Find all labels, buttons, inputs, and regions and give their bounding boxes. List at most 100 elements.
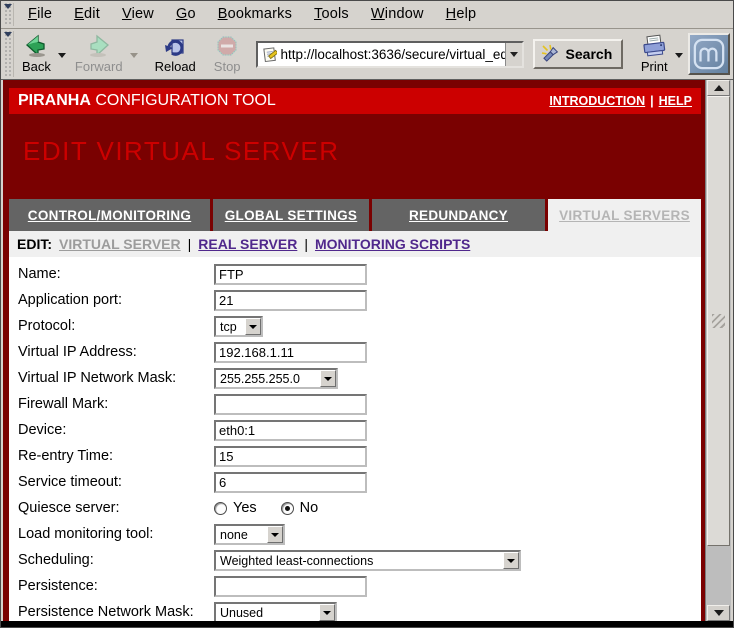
application-port-label: Application port: bbox=[18, 292, 122, 308]
re-entry-time-label: Re-entry Time: bbox=[18, 448, 113, 464]
menu-file[interactable]: File bbox=[17, 1, 63, 28]
form-row: Application port: bbox=[9, 289, 701, 315]
reload-icon bbox=[162, 33, 188, 59]
menu-view[interactable]: View bbox=[111, 1, 165, 28]
chevron-down-icon bbox=[267, 526, 283, 543]
stop-icon bbox=[215, 33, 239, 59]
form-row: Scheduling: Weighted least-connections bbox=[9, 549, 701, 575]
header-nav-separator: | bbox=[650, 94, 654, 108]
firewall-mark-input[interactable] bbox=[214, 394, 367, 415]
mozilla-logo-icon bbox=[692, 37, 726, 71]
form-row: Load monitoring tool: none bbox=[9, 523, 701, 549]
stop-label: Stop bbox=[214, 59, 241, 74]
form-row: Virtual IP Network Mask: 255.255.255.0 bbox=[9, 367, 701, 393]
menu-window[interactable]: Window bbox=[360, 1, 435, 28]
form-row: Virtual IP Address: bbox=[9, 341, 701, 367]
scheduling-label: Scheduling: bbox=[18, 552, 94, 568]
device-label: Device: bbox=[18, 422, 66, 438]
bottom-divider bbox=[1, 621, 733, 627]
service-timeout-input[interactable] bbox=[214, 472, 367, 493]
protocol-value: tcp bbox=[216, 320, 245, 334]
quiesce-no-label: No bbox=[300, 500, 319, 516]
tab-control-monitoring[interactable]: CONTROL/MONITORING bbox=[9, 199, 210, 231]
menu-help[interactable]: Help bbox=[435, 1, 488, 28]
tab-virtual-servers[interactable]: VIRTUAL SERVERS bbox=[548, 199, 701, 231]
persistence-input[interactable] bbox=[214, 576, 367, 597]
toolbar-grippy-icon[interactable] bbox=[3, 31, 14, 77]
subnav-real-server-link[interactable]: REAL SERVER bbox=[198, 236, 297, 252]
print-button[interactable]: Print bbox=[635, 31, 673, 78]
re-entry-time-input[interactable] bbox=[214, 446, 367, 467]
menu-tools[interactable]: Tools bbox=[303, 1, 360, 28]
back-label: Back bbox=[22, 59, 51, 74]
persistence-label: Persistence: bbox=[18, 578, 98, 594]
introduction-link[interactable]: INTRODUCTION bbox=[549, 94, 645, 108]
scrollbar-thumb[interactable] bbox=[707, 96, 730, 546]
tab-global-settings[interactable]: GLOBAL SETTINGS bbox=[213, 199, 369, 231]
persistence-network-mask-label: Persistence Network Mask: bbox=[18, 604, 194, 620]
stop-button[interactable]: Stop bbox=[209, 31, 246, 78]
bookmark-page-icon[interactable] bbox=[262, 46, 277, 63]
scroll-down-button[interactable] bbox=[707, 605, 730, 621]
print-label: Print bbox=[641, 59, 668, 74]
search-button[interactable]: Search bbox=[533, 39, 624, 69]
menu-edit[interactable]: Edit bbox=[63, 1, 111, 28]
search-label: Search bbox=[566, 46, 613, 62]
tab-bar: CONTROL/MONITORING GLOBAL SETTINGS REDUN… bbox=[9, 199, 701, 231]
toolbar-grippy-icon[interactable] bbox=[3, 3, 14, 26]
back-button[interactable]: Back bbox=[17, 31, 56, 78]
subnav-separator: | bbox=[304, 236, 308, 252]
quiesce-no-radio[interactable] bbox=[281, 502, 294, 515]
chevron-down-icon bbox=[320, 370, 336, 387]
menu-go[interactable]: Go bbox=[165, 1, 207, 28]
page-viewport: PIRANHA CONFIGURATION TOOL INTRODUCTION … bbox=[3, 80, 707, 621]
print-icon bbox=[640, 33, 668, 59]
device-input[interactable] bbox=[214, 420, 367, 441]
mozilla-logo-button[interactable] bbox=[688, 33, 730, 75]
help-link[interactable]: HELP bbox=[659, 94, 692, 108]
reload-button[interactable]: Reload bbox=[150, 31, 201, 78]
url-dropdown-button[interactable] bbox=[505, 43, 522, 66]
virtual-ip-address-input[interactable] bbox=[214, 342, 367, 363]
forward-button[interactable]: Forward bbox=[70, 31, 128, 78]
quiesce-yes-label: Yes bbox=[233, 500, 257, 516]
menu-bar: File Edit View Go Bookmarks Tools Window… bbox=[1, 1, 733, 29]
form-row: Persistence Network Mask: Unused bbox=[9, 601, 701, 621]
app-brand: PIRANHA CONFIGURATION TOOL bbox=[18, 92, 276, 110]
virtual-ip-address-label: Virtual IP Address: bbox=[18, 344, 137, 360]
protocol-label: Protocol: bbox=[18, 318, 75, 334]
url-input[interactable] bbox=[281, 47, 505, 62]
scroll-up-button[interactable] bbox=[707, 80, 730, 96]
name-input[interactable] bbox=[214, 264, 367, 285]
firewall-mark-label: Firewall Mark: bbox=[18, 396, 108, 412]
subnav-monitoring-scripts-link[interactable]: MONITORING SCRIPTS bbox=[315, 236, 470, 252]
menu-bookmarks[interactable]: Bookmarks bbox=[207, 1, 303, 28]
protocol-select[interactable]: tcp bbox=[214, 316, 263, 337]
name-label: Name: bbox=[18, 266, 61, 282]
virtual-ip-network-mask-select[interactable]: 255.255.255.0 bbox=[214, 368, 338, 389]
application-port-input[interactable] bbox=[214, 290, 367, 311]
form-row: Quiesce server: Yes No bbox=[9, 497, 701, 523]
print-dropdown-icon[interactable] bbox=[675, 53, 683, 62]
reload-label: Reload bbox=[155, 59, 196, 74]
forward-dropdown-icon[interactable] bbox=[130, 53, 138, 62]
scheduling-select[interactable]: Weighted least-connections bbox=[214, 550, 521, 571]
tab-redundancy[interactable]: REDUNDANCY bbox=[372, 199, 545, 231]
form-row: Name: bbox=[9, 263, 701, 289]
chevron-down-icon bbox=[319, 604, 335, 621]
scrollbar-gripper-icon bbox=[712, 314, 725, 328]
quiesce-yes-radio[interactable] bbox=[214, 502, 227, 515]
url-bar bbox=[256, 41, 524, 68]
vertical-scrollbar[interactable] bbox=[705, 80, 731, 621]
chevron-down-icon bbox=[503, 552, 519, 569]
quiesce-server-radio-group: Yes No bbox=[214, 500, 318, 516]
load-monitoring-tool-select[interactable]: none bbox=[214, 524, 285, 545]
brand-bold: PIRANHA bbox=[18, 92, 91, 109]
piranha-header-bar: PIRANHA CONFIGURATION TOOL INTRODUCTION … bbox=[9, 88, 701, 114]
back-dropdown-icon[interactable] bbox=[58, 53, 66, 62]
form-row: Protocol: tcp bbox=[9, 315, 701, 341]
persistence-network-mask-select[interactable]: Unused bbox=[214, 602, 337, 621]
form-row: Service timeout: bbox=[9, 471, 701, 497]
subnav-virtual-server-link[interactable]: VIRTUAL SERVER bbox=[59, 236, 181, 252]
form-row: Firewall Mark: bbox=[9, 393, 701, 419]
